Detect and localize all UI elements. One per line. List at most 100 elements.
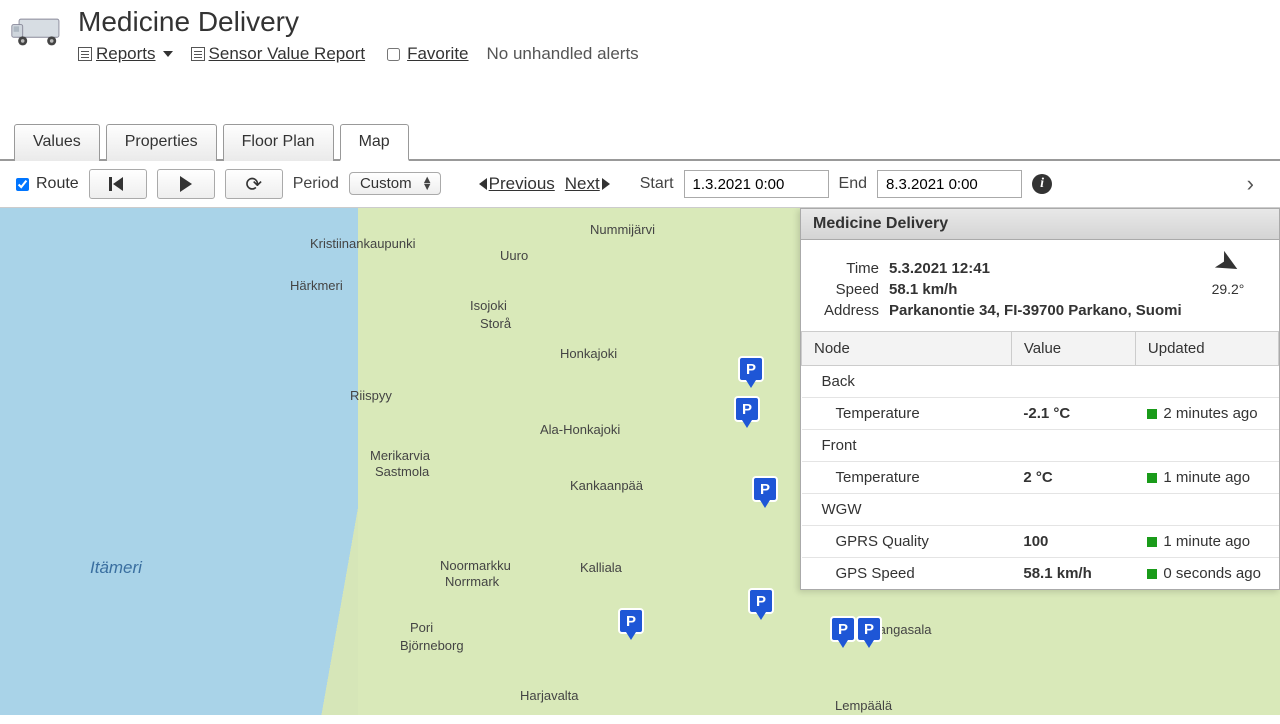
compass-icon: ➤	[1209, 242, 1248, 285]
tabs: Values Properties Floor Plan Map	[0, 122, 1280, 161]
map-place-label: Honkajoki	[560, 346, 617, 361]
next-link[interactable]: Next	[565, 174, 610, 194]
tab-map[interactable]: Map	[340, 124, 409, 161]
refresh-button[interactable]: ⟳	[225, 169, 283, 199]
header: Medicine Delivery Reports Sensor Value R…	[0, 0, 1280, 64]
map-place-label: Storå	[480, 316, 511, 331]
map-canvas[interactable]: Itämeri KristiinankaupunkiUuroNummijärvi…	[0, 207, 1280, 715]
parking-marker[interactable]: P	[752, 476, 778, 502]
triangle-right-icon	[602, 178, 610, 190]
col-updated: Updated	[1135, 332, 1278, 366]
sensor-value-report-label: Sensor Value Report	[209, 44, 366, 64]
parking-marker[interactable]: P	[618, 608, 644, 634]
route-checkbox[interactable]	[16, 178, 29, 191]
speed-value: 58.1 km/h	[889, 281, 1193, 298]
sensor-value: -2.1 °C	[1011, 398, 1135, 430]
sensor-node: Temperature	[802, 462, 1012, 494]
map-place-label: Kalliala	[580, 560, 622, 575]
period-select[interactable]: Custom ▲▼	[349, 175, 441, 193]
collapse-right-button[interactable]: ›	[1233, 171, 1268, 197]
previous-link[interactable]: Previous	[479, 174, 555, 194]
parking-marker[interactable]: P	[738, 356, 764, 382]
favorite-checkbox[interactable]	[387, 48, 400, 61]
parking-marker[interactable]: P	[748, 588, 774, 614]
map-place-label: Pori	[410, 620, 433, 635]
map-place-label: Sastmola	[375, 464, 429, 479]
van-icon	[10, 10, 68, 50]
period-label: Period	[293, 175, 339, 193]
col-value: Value	[1011, 332, 1135, 366]
info-panel: Medicine Delivery Time 5.3.2021 12:41 ➤ …	[800, 208, 1280, 590]
sensor-node: Temperature	[802, 398, 1012, 430]
triangle-left-icon	[479, 178, 487, 190]
sensor-node: GPRS Quality	[802, 526, 1012, 558]
sensor-group: WGW	[802, 494, 1279, 526]
status-square-icon	[1147, 473, 1157, 483]
map-place-label: Isojoki	[470, 298, 507, 313]
map-place-label: Björneborg	[400, 638, 464, 653]
sensor-updated: 2 minutes ago	[1135, 398, 1278, 430]
start-input[interactable]	[684, 170, 829, 198]
tab-floor-plan[interactable]: Floor Plan	[223, 124, 334, 161]
next-label: Next	[565, 174, 600, 194]
status-square-icon	[1147, 409, 1157, 419]
parking-marker[interactable]: P	[856, 616, 882, 642]
play-button[interactable]	[157, 169, 215, 199]
map-place-label: Kristiinankaupunki	[310, 236, 416, 251]
parking-marker[interactable]: P	[734, 396, 760, 422]
status-square-icon	[1147, 569, 1157, 579]
sensor-value: 2 °C	[1011, 462, 1135, 494]
sensor-value: 58.1 km/h	[1011, 558, 1135, 590]
skip-back-button[interactable]	[89, 169, 147, 199]
map-place-label: Noormarkku	[440, 558, 511, 573]
map-place-label: Norrmark	[445, 574, 499, 589]
info-icon[interactable]: i	[1032, 174, 1052, 194]
document-icon	[191, 47, 205, 61]
route-label: Route	[36, 175, 79, 193]
end-input[interactable]	[877, 170, 1022, 198]
col-node: Node	[802, 332, 1012, 366]
end-label: End	[839, 175, 867, 193]
map-place-label: Riispyy	[350, 388, 392, 403]
sensor-node: GPS Speed	[802, 558, 1012, 590]
sensor-updated: 0 seconds ago	[1135, 558, 1278, 590]
sensor-updated: 1 minute ago	[1135, 526, 1278, 558]
favorite-toggle[interactable]: Favorite	[383, 44, 468, 64]
map-controls: Route ⟳ Period Custom ▲▼ Previous Next S…	[0, 161, 1280, 207]
map-place-label: Nummijärvi	[590, 222, 655, 237]
reports-label: Reports	[96, 44, 156, 64]
refresh-icon: ⟳	[245, 172, 262, 197]
heading-indicator: ➤ 29.2°	[1193, 246, 1263, 298]
time-label: Time	[817, 260, 889, 277]
map-place-label: Ala-Honkajoki	[540, 422, 620, 437]
skip-back-icon	[113, 177, 123, 191]
subbar: Reports Sensor Value Report Favorite No …	[78, 44, 1270, 64]
start-label: Start	[640, 175, 674, 193]
sensor-row: Temperature2 °C1 minute ago	[802, 462, 1279, 494]
sensor-table: Node Value Updated BackTemperature-2.1 °…	[801, 331, 1279, 589]
sensor-row: Temperature-2.1 °C2 minutes ago	[802, 398, 1279, 430]
sensor-group: Front	[802, 430, 1279, 462]
speed-label: Speed	[817, 281, 889, 298]
map-place-label: Uuro	[500, 248, 528, 263]
reports-dropdown[interactable]: Reports	[78, 44, 173, 64]
sensor-group: Back	[802, 366, 1279, 398]
tab-values[interactable]: Values	[14, 124, 100, 161]
map-place-label: Lempäälä	[835, 698, 892, 713]
panel-title: Medicine Delivery	[801, 209, 1279, 240]
page-title: Medicine Delivery	[78, 6, 1270, 38]
document-icon	[78, 47, 92, 61]
address-label: Address	[817, 302, 889, 319]
alerts-text: No unhandled alerts	[487, 44, 639, 64]
sensor-value-report-link[interactable]: Sensor Value Report	[191, 44, 366, 64]
favorite-label: Favorite	[407, 44, 468, 64]
parking-marker[interactable]: P	[830, 616, 856, 642]
route-toggle[interactable]: Route	[12, 175, 79, 194]
tab-properties[interactable]: Properties	[106, 124, 217, 161]
address-value: Parkanontie 34, FI-39700 Parkano, Suomi	[889, 302, 1263, 319]
status-square-icon	[1147, 537, 1157, 547]
chevron-down-icon	[163, 51, 173, 57]
map-place-label: Härkmeri	[290, 278, 343, 293]
sensor-value: 100	[1011, 526, 1135, 558]
sensor-updated: 1 minute ago	[1135, 462, 1278, 494]
